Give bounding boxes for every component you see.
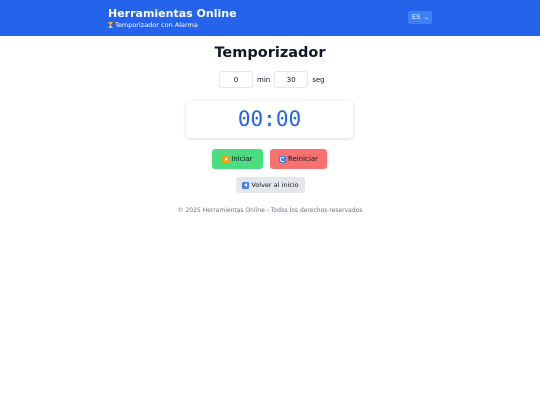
back-arrow-icon bbox=[242, 181, 250, 189]
language-value: ES bbox=[412, 13, 421, 21]
play-icon bbox=[222, 155, 230, 163]
minutes-unit-label: min bbox=[257, 75, 271, 84]
start-button-label: Iniciar bbox=[231, 155, 253, 163]
hourglass-icon bbox=[108, 22, 113, 28]
reset-button[interactable]: Reiniciar bbox=[270, 149, 327, 169]
chevron-down-icon: ⌄ bbox=[423, 14, 429, 21]
site-title[interactable]: Herramientas Online bbox=[108, 7, 237, 20]
back-home-button[interactable]: Volver al inicio bbox=[236, 177, 305, 193]
language-select[interactable]: ES ⌄ bbox=[408, 11, 432, 24]
seconds-input[interactable] bbox=[274, 71, 309, 88]
brand: Herramientas Online Temporizador con Ala… bbox=[108, 7, 237, 30]
site-subtitle-text: Temporizador con Alarma bbox=[115, 21, 198, 29]
back-home-button-label: Volver al inicio bbox=[251, 181, 299, 189]
time-inputs: min seg bbox=[219, 71, 329, 88]
seconds-unit-label: seg bbox=[312, 75, 325, 84]
reload-icon bbox=[278, 155, 286, 163]
site-subtitle: Temporizador con Alarma bbox=[108, 21, 237, 30]
minutes-input[interactable] bbox=[219, 71, 253, 88]
reset-button-label: Reiniciar bbox=[287, 155, 319, 163]
footer-text: © 2025 Herramientas Online - Todos los d… bbox=[177, 207, 363, 214]
timer-display: 00:00 bbox=[186, 101, 353, 138]
site-header: Herramientas Online Temporizador con Ala… bbox=[0, 0, 540, 36]
start-button[interactable]: Iniciar bbox=[212, 149, 263, 169]
page-title: Temporizador bbox=[214, 45, 326, 61]
